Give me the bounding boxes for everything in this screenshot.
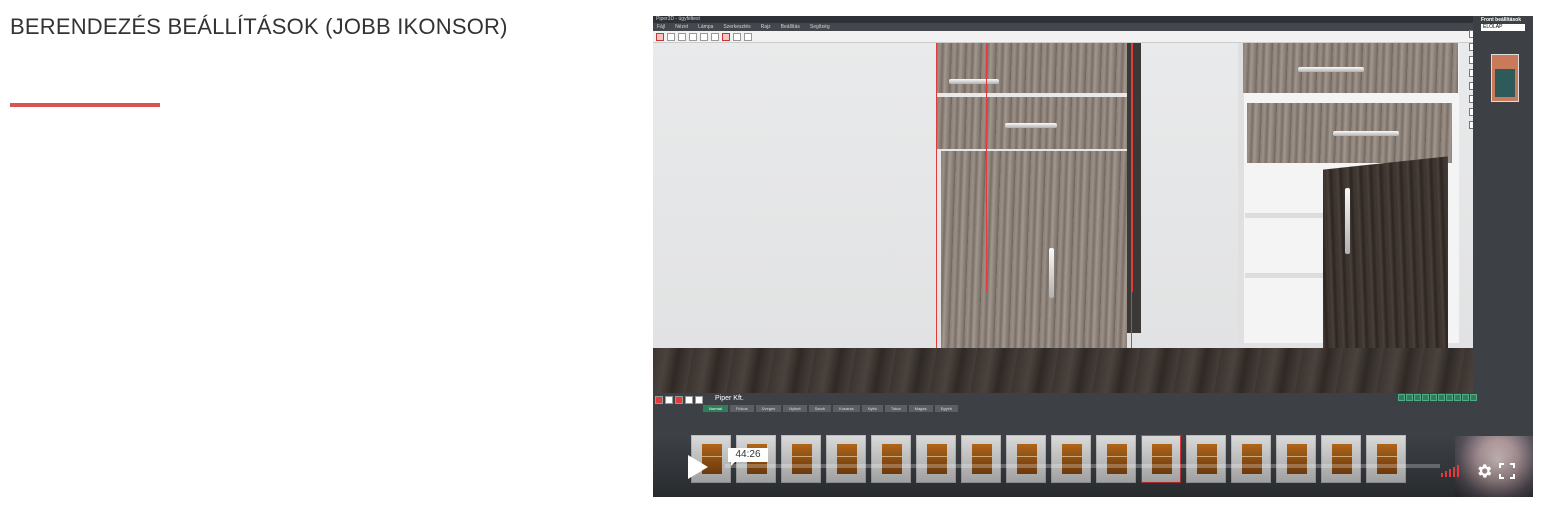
- view-button[interactable]: [1462, 394, 1469, 401]
- fullscreen-icon[interactable]: [1499, 463, 1515, 479]
- toolbar-icon: [667, 32, 675, 41]
- bottom-panel-icons: [655, 396, 703, 404]
- catalog-tab[interactable]: Fiókos: [729, 405, 754, 412]
- drawer-handle: [1333, 131, 1399, 136]
- toolbar-icon: [678, 32, 686, 41]
- view-button[interactable]: [1430, 394, 1437, 401]
- catalog-tab[interactable]: Üveges: [755, 405, 782, 412]
- progress-bar[interactable]: [725, 464, 1440, 468]
- menu-item: Lámpa: [698, 24, 714, 30]
- toolbar-icon: [700, 32, 708, 41]
- right-panel-field: ELŐLAP: [1481, 24, 1525, 31]
- video-player[interactable]: Piper3D - ügyféltest Fájl Nézet Lámpa Sz…: [653, 16, 1533, 497]
- title-underline: [10, 103, 160, 107]
- volume-icon[interactable]: [1441, 463, 1459, 477]
- gear-icon[interactable]: [1475, 462, 1493, 480]
- right-panel-title: Front beállítások: [1481, 17, 1522, 23]
- catalog-tab[interactable]: Kosaras: [833, 405, 860, 412]
- toolbar-icon: [733, 32, 741, 41]
- shelf: [1245, 213, 1325, 218]
- menu-item: Segítség: [809, 24, 830, 30]
- view-button[interactable]: [1470, 394, 1477, 401]
- catalog-tab[interactable]: Magas: [908, 405, 933, 412]
- app-menubar: Fájl Nézet Lámpa Szerkesztés Rajz Beállí…: [653, 23, 1473, 31]
- toolbar-icon: [711, 32, 719, 41]
- menu-item: Nézet: [675, 24, 689, 30]
- toolbar-icon: [722, 32, 730, 41]
- toolbar-icon: [744, 32, 752, 41]
- panel-icon[interactable]: [665, 396, 673, 404]
- toolbar-icon: [689, 32, 697, 41]
- menu-item: Beállítás: [780, 24, 800, 30]
- toolbar-icon: [656, 32, 664, 41]
- company-label: Piper Kft.: [715, 395, 744, 402]
- door-handle: [1345, 188, 1350, 254]
- catalog-tab[interactable]: Nyitott: [783, 405, 807, 412]
- drawer-handle: [1298, 67, 1364, 72]
- view-button[interactable]: [1414, 394, 1421, 401]
- catalog-tab[interactable]: Nyitó: [861, 405, 883, 412]
- view-button[interactable]: [1422, 394, 1429, 401]
- catalog-tab[interactable]: Normál: [703, 405, 728, 412]
- app-window-title: Piper3D - ügyféltest: [653, 16, 1533, 23]
- shelf: [1245, 273, 1325, 278]
- catalog-tab[interactable]: Egyéb: [934, 405, 958, 412]
- panel-icon[interactable]: [695, 396, 703, 404]
- front-color-swatch: [1491, 54, 1519, 102]
- view-button[interactable]: [1454, 394, 1461, 401]
- panel-icon[interactable]: [685, 396, 693, 404]
- catalog-tabs: Normál Fiókos Üveges Nyitott Sarok Kosar…: [703, 405, 958, 412]
- 3d-viewport: [653, 43, 1473, 393]
- page-title: BERENDEZÉS BEÁLLÍTÁSOK (JOBB IKONSOR): [10, 14, 508, 39]
- panel-icon[interactable]: [655, 396, 663, 404]
- view-nav-buttons: [1398, 394, 1477, 401]
- view-button[interactable]: [1398, 394, 1405, 401]
- catalog-tab[interactable]: Sarok: [808, 405, 832, 412]
- view-button[interactable]: [1438, 394, 1445, 401]
- menu-item: Rajz: [760, 24, 771, 30]
- view-button[interactable]: [1446, 394, 1453, 401]
- floor: [653, 348, 1473, 393]
- panel-icon[interactable]: [675, 396, 683, 404]
- selection-outline: [986, 43, 1133, 292]
- catalog-tab[interactable]: Tálca: [884, 405, 907, 412]
- menu-item: Fájl: [657, 24, 666, 30]
- app-toolbar: [653, 31, 1473, 43]
- view-button[interactable]: [1406, 394, 1413, 401]
- menu-item: Szerkesztés: [723, 24, 751, 30]
- play-icon[interactable]: [681, 452, 711, 482]
- right-settings-panel: Front beállítások ELŐLAP: [1473, 16, 1533, 497]
- timestamp-tooltip: 44:26: [728, 448, 768, 466]
